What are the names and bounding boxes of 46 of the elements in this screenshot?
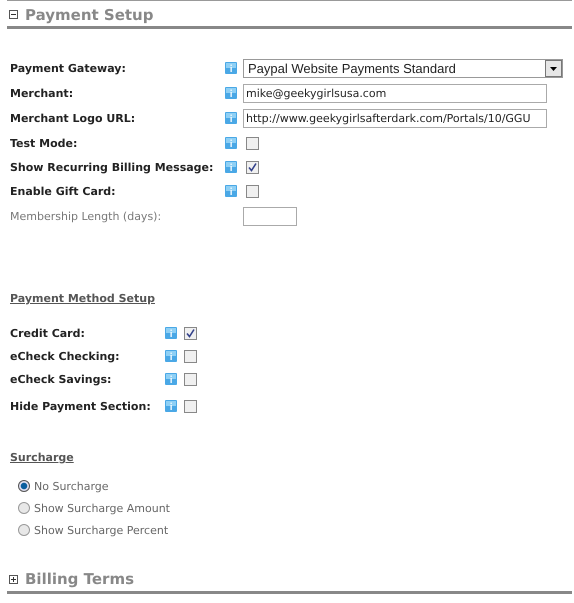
field-label: Credit Card: bbox=[10, 327, 86, 340]
info-icon[interactable] bbox=[225, 136, 238, 150]
field-label: Test Mode: bbox=[10, 136, 78, 150]
info-icon[interactable] bbox=[225, 112, 238, 125]
caret-icon[interactable] bbox=[545, 60, 562, 77]
info-icon[interactable] bbox=[225, 184, 238, 198]
info-icon[interactable] bbox=[165, 373, 178, 386]
field-label: Payment Gateway: bbox=[10, 62, 127, 75]
field-label: Show Recurring Billing Message: bbox=[10, 160, 214, 174]
info-icon[interactable] bbox=[225, 87, 238, 100]
field-label: Membership Length (days): bbox=[10, 210, 162, 222]
field-label: Merchant Logo URL: bbox=[10, 112, 136, 125]
field-label: eCheck Checking: bbox=[10, 350, 121, 363]
section-header[interactable]: Payment Setup bbox=[7, 0, 572, 29]
radio-label: Show Surcharge Percent bbox=[34, 524, 168, 536]
section-title: Payment Setup bbox=[25, 6, 154, 24]
info-icon[interactable] bbox=[225, 62, 238, 75]
info-icon[interactable] bbox=[225, 160, 238, 174]
field-label: Enable Gift Card: bbox=[10, 184, 117, 198]
radio-label: Show Surcharge Amount bbox=[34, 502, 170, 514]
field-label: eCheck Savings: bbox=[10, 373, 112, 386]
checkbox[interactable] bbox=[184, 400, 197, 413]
field-label: Hide Payment Section: bbox=[10, 400, 152, 413]
section-title: Billing Terms bbox=[25, 570, 134, 588]
checkbox[interactable] bbox=[246, 160, 259, 174]
section-heading: Payment Method Setup bbox=[10, 292, 155, 305]
radio-button[interactable] bbox=[18, 480, 30, 492]
radio-button[interactable] bbox=[18, 524, 30, 536]
gateway-dropdown[interactable]: Paypal Website Payments Standard bbox=[243, 59, 563, 78]
checkbox[interactable] bbox=[246, 184, 259, 198]
section-heading: Surcharge bbox=[10, 451, 74, 464]
checkbox[interactable] bbox=[246, 136, 259, 150]
input-field[interactable]: mike@geekygirlsusa.com bbox=[243, 84, 547, 103]
info-icon[interactable] bbox=[165, 400, 178, 413]
expand-icon[interactable] bbox=[9, 574, 18, 584]
checkbox[interactable] bbox=[184, 350, 197, 363]
days-field[interactable] bbox=[243, 206, 297, 226]
checkbox[interactable] bbox=[184, 327, 197, 340]
field-label: Merchant: bbox=[10, 87, 74, 100]
info-icon[interactable] bbox=[165, 327, 178, 340]
checkbox[interactable] bbox=[184, 373, 197, 386]
input-field[interactable]: http://www.geekygirlsafterdark.com/Portals/10/GGU bbox=[243, 109, 547, 128]
radio-button[interactable] bbox=[18, 502, 30, 514]
radio-label: No Surcharge bbox=[34, 480, 109, 492]
collapse-icon[interactable] bbox=[9, 10, 18, 19]
info-icon[interactable] bbox=[165, 350, 178, 363]
